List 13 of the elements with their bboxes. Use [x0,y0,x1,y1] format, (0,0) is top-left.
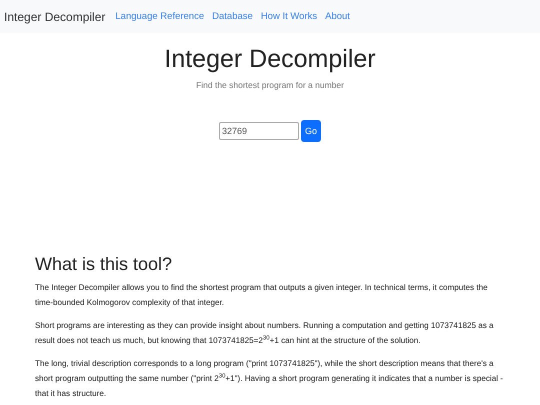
nav-link[interactable]: How It Works [260,11,318,22]
brand-link[interactable]: Integer Decompiler [4,10,106,24]
nav-link[interactable]: Database [212,11,253,22]
go-button[interactable]: Go [301,120,321,142]
page-title: Integer Decompiler [164,45,376,74]
paragraph: Short programs are interesting as they can provide insight about numbers. Running a computation and getting 1073741825 as a result does not teach us much, but knowing that 1073741825=2$^{30}$+1 can hint at the structure of the solution. [35,320,494,347]
paragraph: The long, trivial description corresponds to a long program ("print 1073741825"), while the short description means that there's a short program outputting the same number ("print 2$^{30}$+1"). Having a short program generating it indicates that a number is special - that it has structure. [35,358,504,400]
page-subtitle: Find the shortest program for a number [196,80,344,90]
paragraph: The Integer Decompiler allows you to find the shortest program that outputs a given integer. In technical terms, it computes the time-bounded Kolmogorov complexity of that integer. [35,282,489,309]
nav-link[interactable]: Language Reference [115,11,204,22]
number-input[interactable]: 32769 [219,122,299,140]
nav-link[interactable]: About [325,11,350,22]
section-heading: What is this tool? [35,254,174,275]
